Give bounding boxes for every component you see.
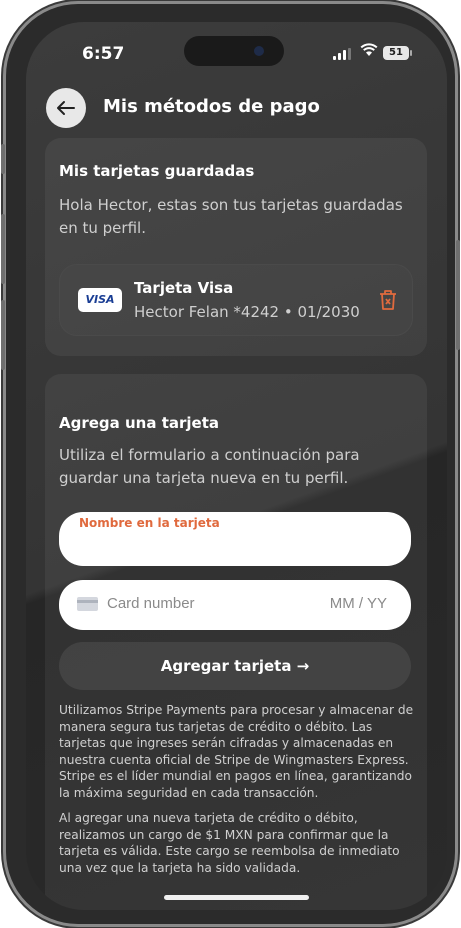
home-indicator[interactable] [164, 895, 309, 900]
volume-down-button [1, 300, 5, 370]
wifi-icon [360, 43, 378, 61]
battery-icon: 51 [383, 46, 412, 60]
add-card-description: Utiliza el formulario a continuación par… [59, 446, 360, 487]
add-card-section: Agrega una tarjeta Utiliza el formulario… [45, 374, 427, 910]
saved-card-title: Tarjeta Visa [134, 279, 234, 297]
saved-card-item[interactable]: VISA Tarjeta Visa Hector Felan *4242 • 0… [59, 264, 413, 336]
card-number-field[interactable]: Card number MM / YY [59, 580, 411, 630]
page-header: Mis métodos de pago [46, 88, 426, 130]
expiry-placeholder[interactable]: MM / YY [330, 595, 387, 612]
trash-icon[interactable] [378, 289, 398, 311]
volume-up-button [1, 214, 5, 284]
phone-frame: 6:57 51 Mis métodos de pago Mis tarjetas… [1, 4, 460, 924]
stripe-disclaimer: Utilizamos Stripe Payments para procesar… [59, 703, 414, 800]
arrow-left-icon [57, 101, 75, 115]
status-bar: 6:57 51 [26, 22, 447, 82]
power-button [456, 240, 460, 350]
cardholder-name-label: Nombre en la tarjeta [79, 516, 220, 530]
page-title: Mis métodos de pago [103, 96, 320, 117]
add-card-heading: Agrega una tarjeta [59, 414, 219, 432]
cellular-signal-icon [333, 48, 351, 60]
add-card-button[interactable]: Agregar tarjeta → [59, 642, 411, 690]
saved-card-detail: Hector Felan *4242 • 01/2030 [134, 303, 360, 321]
dynamic-island [184, 36, 284, 66]
back-button[interactable] [46, 88, 86, 128]
saved-cards-heading: Mis tarjetas guardadas [59, 162, 255, 180]
cardholder-name-field[interactable]: Nombre en la tarjeta [59, 512, 411, 566]
credit-card-icon [77, 597, 98, 611]
saved-cards-section: Mis tarjetas guardadas Hola Hector, esta… [45, 138, 427, 356]
mute-switch [1, 144, 5, 174]
visa-logo-icon: VISA [78, 288, 122, 312]
screen: 6:57 51 Mis métodos de pago Mis tarjetas… [26, 22, 447, 910]
charge-disclaimer: Al agregar una nueva tarjeta de crédito … [59, 811, 400, 875]
saved-cards-description: Hola Hector, estas son tus tarjetas guar… [59, 196, 403, 237]
camera-icon [254, 46, 264, 56]
card-number-placeholder: Card number [107, 595, 195, 612]
status-time: 6:57 [82, 44, 125, 64]
